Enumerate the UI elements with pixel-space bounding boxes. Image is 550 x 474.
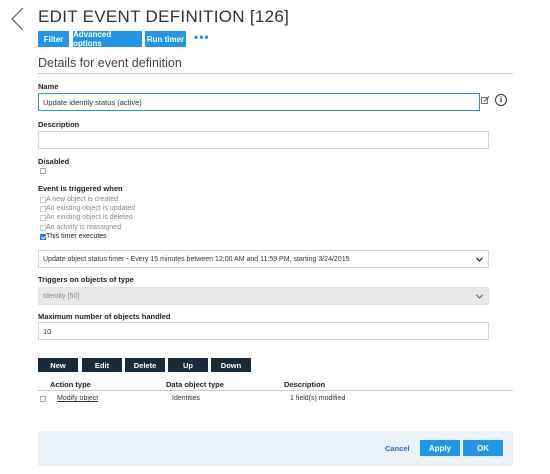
trigger-label: Event is triggered when: [38, 184, 123, 193]
info-icon[interactable]: i: [495, 94, 507, 106]
description-cell: 1 field(s) modified: [290, 395, 346, 402]
run-timer-button[interactable]: Run timer: [145, 31, 186, 47]
column-header-action-type: Action type: [50, 380, 91, 389]
ok-button[interactable]: OK: [463, 440, 503, 456]
chevron-down-icon: [476, 294, 483, 299]
down-button[interactable]: Down: [211, 358, 251, 372]
edit-icon[interactable]: [481, 96, 490, 105]
max-objects-label: Maximum number of objects handled: [38, 312, 171, 321]
trigger-option-label: An existing object is updated: [46, 205, 136, 212]
trigger-option-label: An activity is reassigned: [46, 224, 122, 231]
trigger-option-label: This timer executes: [46, 233, 107, 240]
action-type-link[interactable]: Modify object: [57, 395, 98, 402]
chevron-down-icon: [476, 257, 483, 262]
object-type-select[interactable]: Identity [50]: [38, 287, 489, 305]
timer-select[interactable]: Update object status timer - Every 15 mi…: [38, 250, 489, 268]
advanced-options-button[interactable]: Advanced options: [73, 30, 142, 48]
disabled-checkbox[interactable]: [40, 168, 46, 174]
up-button[interactable]: Up: [168, 358, 208, 372]
object-type-label: Triggers on objects of type: [38, 275, 134, 284]
object-type-value: Identity [50]: [43, 292, 80, 300]
description-field[interactable]: [38, 131, 489, 149]
filter-button[interactable]: Filter: [38, 31, 69, 47]
apply-button[interactable]: Apply: [420, 440, 460, 456]
section-divider: [38, 73, 513, 74]
row-select-checkbox[interactable]: [40, 396, 46, 402]
table-divider: [38, 390, 513, 391]
more-options-icon[interactable]: •••: [194, 31, 210, 43]
new-button[interactable]: New: [38, 358, 78, 372]
max-objects-field[interactable]: 10: [38, 322, 489, 340]
edit-button[interactable]: Edit: [82, 358, 122, 372]
column-header-description: Description: [284, 380, 326, 389]
page-title: EDIT EVENT DEFINITION [126]: [38, 7, 290, 26]
section-title: Details for event definition: [38, 56, 182, 70]
name-label: Name: [38, 82, 59, 91]
back-chevron-icon[interactable]: [8, 6, 28, 32]
cancel-button[interactable]: Cancel: [385, 444, 410, 453]
timer-select-value: Update object status timer - Every 15 mi…: [43, 255, 350, 263]
trigger-option-label: An existing object is deleted: [46, 214, 133, 221]
delete-button[interactable]: Delete: [125, 358, 165, 372]
data-object-type-cell: Identities: [172, 395, 201, 402]
column-header-data-object-type: Data object type: [166, 380, 224, 389]
description-label: Description: [38, 120, 80, 129]
trigger-option-label: A new object is created: [46, 196, 118, 203]
disabled-label: Disabled: [38, 157, 70, 166]
name-field[interactable]: Update identity status (active): [38, 93, 480, 111]
